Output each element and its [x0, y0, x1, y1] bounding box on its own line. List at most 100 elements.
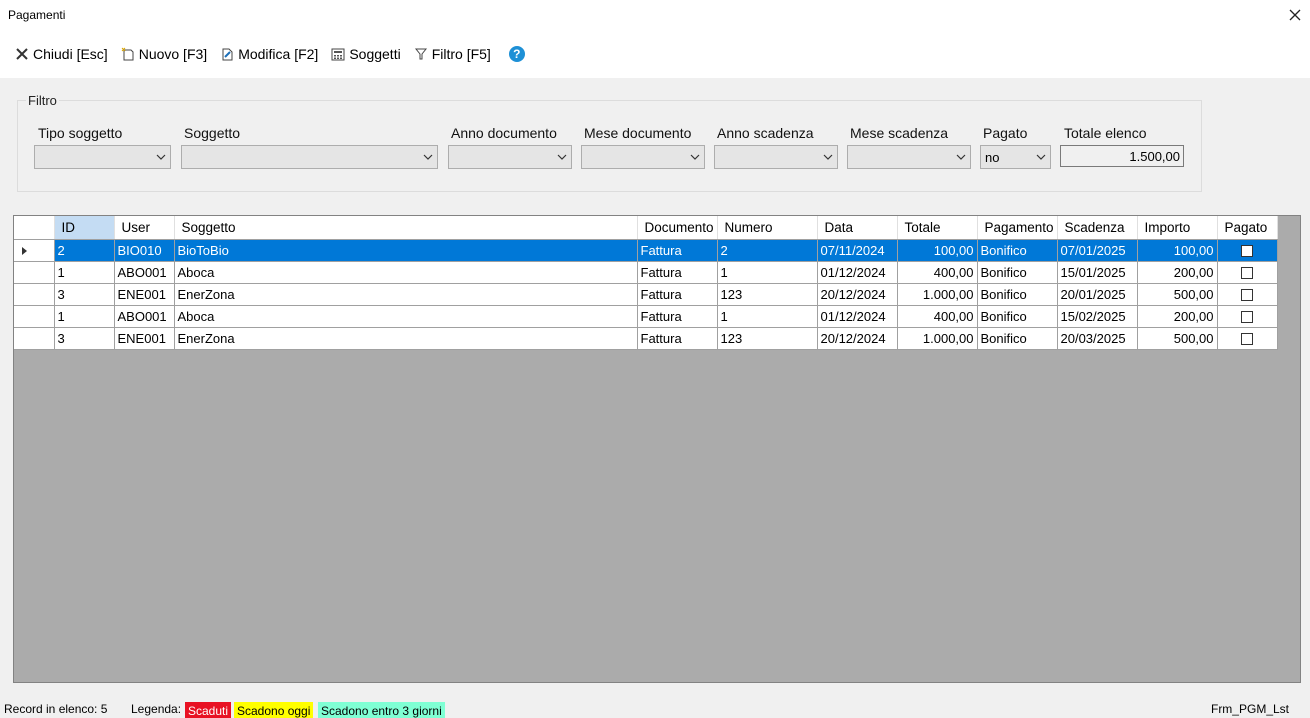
cell-data[interactable]: 20/12/2024: [817, 327, 898, 350]
mese-scadenza-combo[interactable]: [847, 145, 971, 169]
cell-soggetto[interactable]: EnerZona: [174, 283, 638, 306]
column-header-documento[interactable]: Documento: [637, 216, 718, 240]
filter-button[interactable]: Filtro [F5]: [409, 40, 499, 68]
cell-numero[interactable]: 123: [717, 283, 818, 306]
cell-pagato[interactable]: [1217, 327, 1278, 350]
cell-documento[interactable]: Fattura: [637, 239, 718, 262]
anno-scadenza-combo[interactable]: [714, 145, 838, 169]
cell-soggetto[interactable]: Aboca: [174, 305, 638, 328]
cell-user[interactable]: ABO001: [114, 305, 175, 328]
cell-totale[interactable]: 400,00: [897, 305, 978, 328]
cell-soggetto[interactable]: EnerZona: [174, 327, 638, 350]
new-button[interactable]: Nuovo [F3]: [116, 40, 215, 68]
row-header[interactable]: [14, 327, 55, 350]
anno-documento-combo[interactable]: [448, 145, 572, 169]
cell-data[interactable]: 01/12/2024: [817, 305, 898, 328]
totale-elenco-field: 1.500,00: [1060, 145, 1184, 167]
cell-pagato[interactable]: [1217, 239, 1278, 262]
cell-importo[interactable]: 500,00: [1137, 327, 1218, 350]
cell-numero[interactable]: 1: [717, 305, 818, 328]
cell-documento[interactable]: Fattura: [637, 283, 718, 306]
column-header-totale[interactable]: Totale: [897, 216, 978, 240]
table-row[interactable]: 1 ABO001 Aboca Fattura 1 01/12/2024 400,…: [14, 261, 1278, 284]
cell-soggetto[interactable]: BioToBio: [174, 239, 638, 262]
pagato-checkbox[interactable]: [1241, 289, 1253, 302]
close-window-button[interactable]: [1280, 0, 1310, 30]
cell-numero[interactable]: 2: [717, 239, 818, 262]
help-icon[interactable]: ?: [508, 46, 525, 62]
cell-pagamento[interactable]: Bonifico: [977, 283, 1058, 306]
cell-totale[interactable]: 400,00: [897, 261, 978, 284]
cell-soggetto[interactable]: Aboca: [174, 261, 638, 284]
cell-pagamento[interactable]: Bonifico: [977, 261, 1058, 284]
cell-data[interactable]: 01/12/2024: [817, 261, 898, 284]
soggetto-combo[interactable]: [181, 145, 438, 169]
pagato-checkbox[interactable]: [1241, 267, 1253, 280]
cell-pagato[interactable]: [1217, 283, 1278, 306]
cell-totale[interactable]: 1.000,00: [897, 283, 978, 306]
cell-scadenza[interactable]: 20/01/2025: [1057, 283, 1138, 306]
cell-id[interactable]: 1: [54, 261, 115, 284]
subjects-button[interactable]: Soggetti: [326, 40, 408, 68]
column-header-data[interactable]: Data: [817, 216, 898, 240]
column-header-pagamento[interactable]: Pagamento: [977, 216, 1058, 240]
cell-pagato[interactable]: [1217, 305, 1278, 328]
cell-pagamento[interactable]: Bonifico: [977, 327, 1058, 350]
close-x-icon: [14, 46, 30, 62]
cell-id[interactable]: 1: [54, 305, 115, 328]
cell-importo[interactable]: 500,00: [1137, 283, 1218, 306]
table-row[interactable]: 3 ENE001 EnerZona Fattura 123 20/12/2024…: [14, 327, 1278, 350]
cell-totale[interactable]: 100,00: [897, 239, 978, 262]
pagato-checkbox[interactable]: [1241, 311, 1253, 324]
edit-button[interactable]: Modifica [F2]: [215, 40, 326, 68]
close-button[interactable]: Chiudi [Esc]: [10, 40, 116, 68]
cell-pagamento[interactable]: Bonifico: [977, 305, 1058, 328]
cell-numero[interactable]: 123: [717, 327, 818, 350]
cell-documento[interactable]: Fattura: [637, 305, 718, 328]
cell-user[interactable]: ABO001: [114, 261, 175, 284]
cell-documento[interactable]: Fattura: [637, 261, 718, 284]
row-header[interactable]: [14, 239, 55, 262]
row-header[interactable]: [14, 261, 55, 284]
cell-scadenza[interactable]: 15/01/2025: [1057, 261, 1138, 284]
column-header-soggetto[interactable]: Soggetto: [174, 216, 638, 240]
pagato-checkbox[interactable]: [1241, 245, 1253, 258]
payments-grid[interactable]: ID User Soggetto Documento Numero Data T…: [13, 215, 1301, 683]
row-header[interactable]: [14, 305, 55, 328]
column-header-user[interactable]: User: [114, 216, 175, 240]
row-header[interactable]: [14, 283, 55, 306]
soggetto-label: Soggetto: [184, 125, 241, 141]
pagato-checkbox[interactable]: [1241, 333, 1253, 346]
column-header-numero[interactable]: Numero: [717, 216, 818, 240]
table-row[interactable]: 2 BIO010 BioToBio Fattura 2 07/11/2024 1…: [14, 239, 1278, 262]
column-header-scadenza[interactable]: Scadenza: [1057, 216, 1138, 240]
tipo-soggetto-combo[interactable]: [34, 145, 171, 169]
cell-id[interactable]: 3: [54, 327, 115, 350]
table-row[interactable]: 3 ENE001 EnerZona Fattura 123 20/12/2024…: [14, 283, 1278, 306]
cell-user[interactable]: ENE001: [114, 327, 175, 350]
table-row[interactable]: 1 ABO001 Aboca Fattura 1 01/12/2024 400,…: [14, 305, 1278, 328]
cell-documento[interactable]: Fattura: [637, 327, 718, 350]
cell-scadenza[interactable]: 07/01/2025: [1057, 239, 1138, 262]
cell-user[interactable]: ENE001: [114, 283, 175, 306]
cell-importo[interactable]: 200,00: [1137, 261, 1218, 284]
column-header-pagato[interactable]: Pagato: [1217, 216, 1278, 240]
cell-totale[interactable]: 1.000,00: [897, 327, 978, 350]
cell-scadenza[interactable]: 15/02/2025: [1057, 305, 1138, 328]
cell-numero[interactable]: 1: [717, 261, 818, 284]
pagato-combo[interactable]: no: [980, 145, 1051, 169]
cell-pagamento[interactable]: Bonifico: [977, 239, 1058, 262]
cell-id[interactable]: 2: [54, 239, 115, 262]
column-header-importo[interactable]: Importo: [1137, 216, 1218, 240]
cell-user[interactable]: BIO010: [114, 239, 175, 262]
cell-importo[interactable]: 200,00: [1137, 305, 1218, 328]
column-header-id[interactable]: ID: [54, 216, 115, 240]
funnel-icon: [413, 46, 429, 62]
cell-pagato[interactable]: [1217, 261, 1278, 284]
cell-data[interactable]: 20/12/2024: [817, 283, 898, 306]
cell-id[interactable]: 3: [54, 283, 115, 306]
mese-documento-combo[interactable]: [581, 145, 705, 169]
cell-importo[interactable]: 100,00: [1137, 239, 1218, 262]
cell-data[interactable]: 07/11/2024: [817, 239, 898, 262]
cell-scadenza[interactable]: 20/03/2025: [1057, 327, 1138, 350]
